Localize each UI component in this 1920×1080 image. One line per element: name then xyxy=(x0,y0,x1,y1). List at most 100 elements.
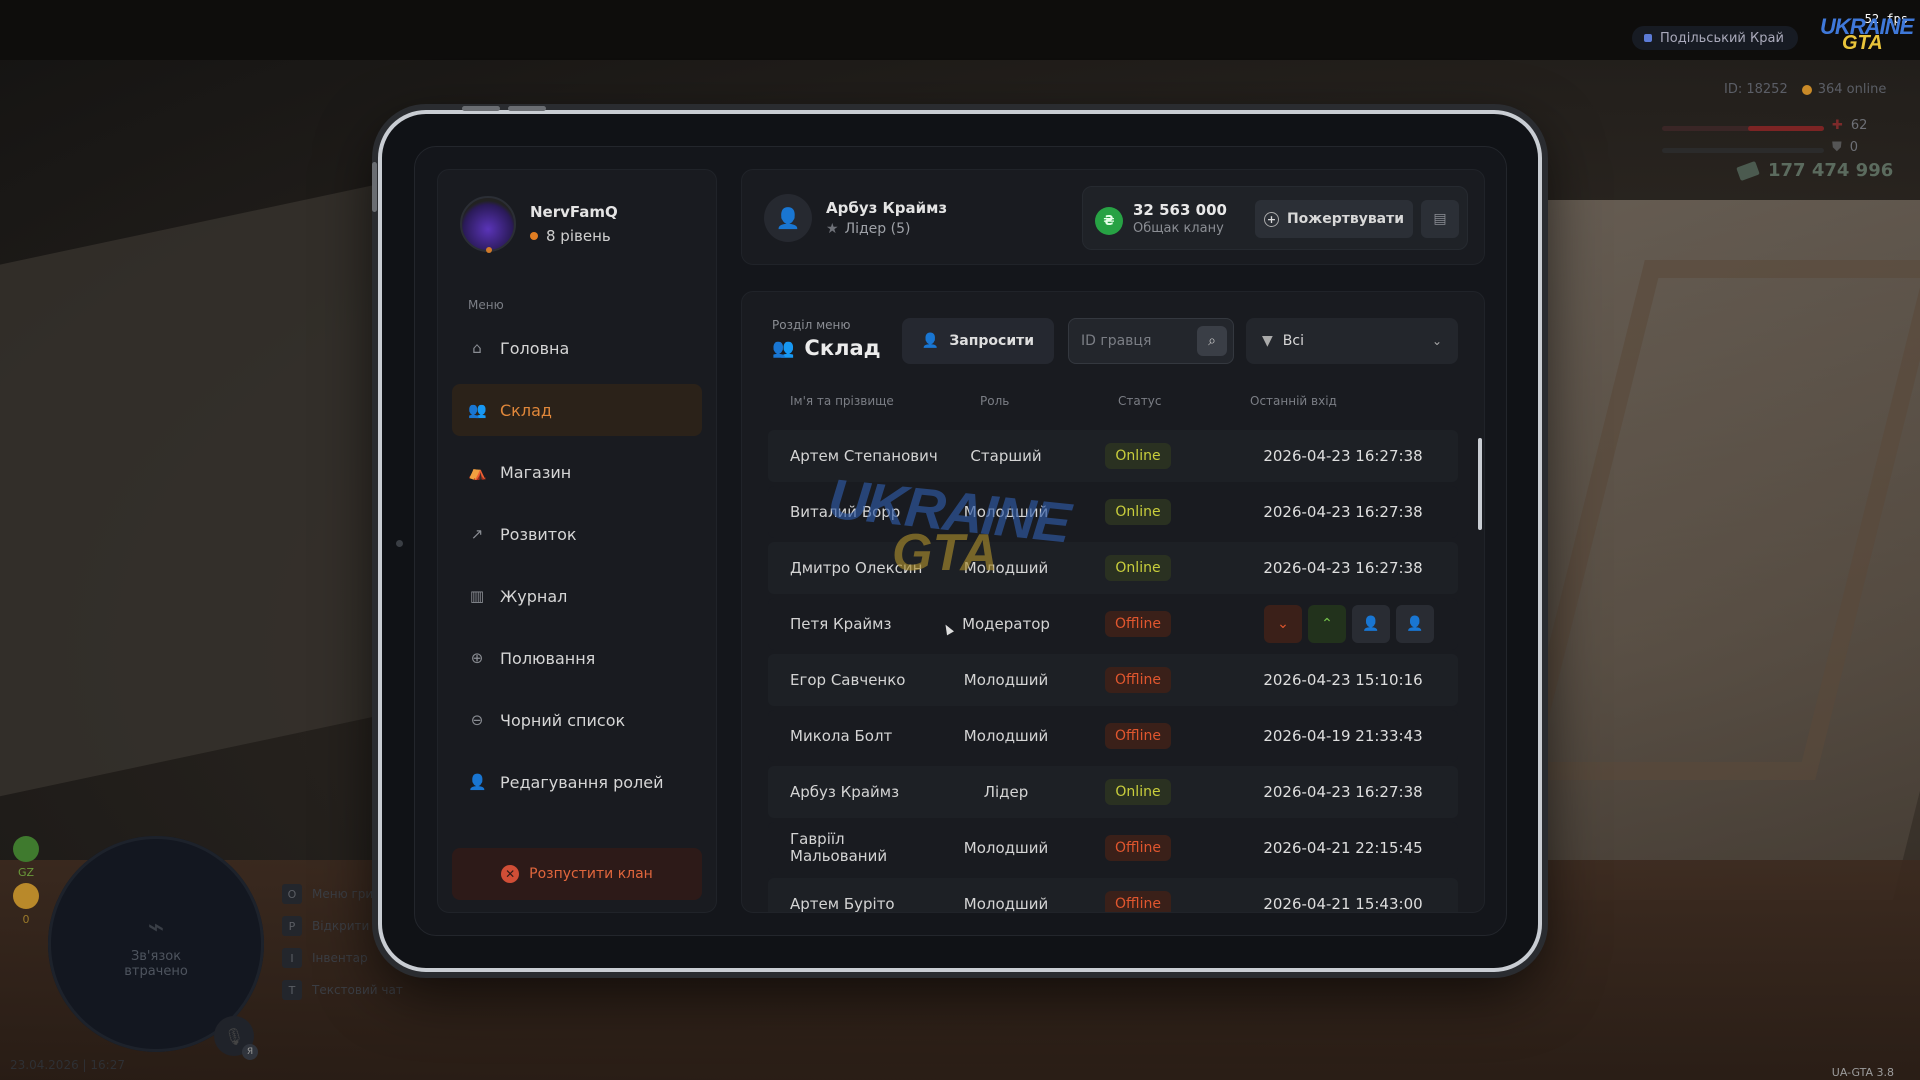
server-icon xyxy=(1644,34,1652,42)
table-row[interactable]: Гавріїл Мальований Молодший Offline 2026… xyxy=(768,822,1458,874)
member-name: Арбуз Краймз xyxy=(790,782,900,801)
table-row[interactable]: Дмитро Олексин Молодший Online 2026-04-2… xyxy=(768,542,1458,594)
sidebar-item-roles[interactable]: 👤 Редагування ролей xyxy=(452,756,702,808)
sidebar-item-journal[interactable]: ▥ Журнал xyxy=(452,570,702,622)
status-badge: Online xyxy=(1105,779,1171,805)
avatar xyxy=(460,196,516,253)
avatar-status-dot xyxy=(486,247,492,253)
demote-button[interactable]: ⌄ xyxy=(1264,605,1302,643)
table-row[interactable]: Виталий Ворр Молодший Online 2026-04-23 … xyxy=(768,486,1458,538)
table-row[interactable]: Микола Болт Молодший Offline 2026-04-19 … xyxy=(768,710,1458,762)
tablet-device: NervFamQ 8 рівень Меню ⌂ Головна 👥 Склад ⛺… xyxy=(372,106,1542,972)
table-row[interactable]: Артем Буріто Молодший Offline 2026-04-21… xyxy=(768,878,1458,913)
profile-level: 8 рівень xyxy=(530,227,618,245)
members-table: Артем Степанович Старший Online 2026-04-… xyxy=(768,430,1458,913)
sidebar-item-hunting[interactable]: ⊕ Полювання xyxy=(452,632,702,684)
treasury-label: Общак клану xyxy=(1133,221,1224,236)
invite-button[interactable]: 👤 Запросити xyxy=(902,318,1054,364)
sidebar-item-home[interactable]: ⌂ Головна xyxy=(452,322,702,374)
tablet-screen: NervFamQ 8 рівень Меню ⌂ Головна 👥 Склад ⛺… xyxy=(414,146,1507,936)
search-button[interactable]: ⌕ xyxy=(1197,326,1227,356)
chevron-up-icon: ⌃ xyxy=(1321,616,1333,632)
table-scrollbar[interactable] xyxy=(1478,438,1482,530)
table-row[interactable]: Егор Савченко Молодший Offline 2026-04-2… xyxy=(768,654,1458,706)
profile-card: NervFamQ 8 рівень xyxy=(460,196,618,253)
server-name: Подільський Край xyxy=(1660,30,1784,46)
page-title: 👥 Склад xyxy=(772,336,881,360)
member-role: Молодший xyxy=(963,839,1049,857)
sidebar-item-members[interactable]: 👥 Склад xyxy=(452,384,702,436)
treasury-amount: 32 563 000 xyxy=(1133,201,1227,219)
cash-icon xyxy=(1736,160,1760,181)
member-name: Микола Болт xyxy=(790,726,893,745)
health-bar-fill xyxy=(1748,126,1824,131)
tablet-camera xyxy=(396,540,403,547)
player-search: ⌕ xyxy=(1068,318,1234,364)
treasury-history-button[interactable]: ▤ xyxy=(1421,200,1459,238)
member-role: Лідер xyxy=(983,783,1029,801)
online-count: 364 online xyxy=(1817,82,1887,97)
member-last-login: 2026-04-21 22:15:45 xyxy=(1263,839,1423,857)
member-role: Молодший xyxy=(963,727,1049,745)
people-icon: 👥 xyxy=(772,337,795,359)
money-display: 177 474 996 xyxy=(1736,160,1893,181)
add-user-icon: 👤 xyxy=(921,333,940,349)
donate-button[interactable]: + Пожертвувати xyxy=(1255,200,1413,238)
clan-header: 👤 Арбуз Краймз ★ Лідер (5) ₴ 32 563 000 … xyxy=(741,169,1485,265)
member-role: Модератор xyxy=(962,615,1050,633)
table-row-hovered[interactable]: Петя Краймз Модератор Offline ⌄ ⌃ 👤 👤 xyxy=(768,598,1458,650)
members-panel: Розділ меню 👥 Склад 👤 Запросити ⌕ ▼ Всі … xyxy=(741,291,1485,913)
transfer-leader-button[interactable]: 👤 xyxy=(1396,605,1434,643)
sidebar-item-shop[interactable]: ⛺ Магазин xyxy=(452,446,702,498)
status-badge: Offline xyxy=(1105,723,1171,749)
sidebar-item-development[interactable]: ↗ Розвиток xyxy=(452,508,702,560)
keyboard-lang: Я xyxy=(242,1044,258,1060)
leader-avatar-icon: 👤 xyxy=(764,194,812,242)
health-value: ✚ 62 xyxy=(1832,118,1868,133)
search-input[interactable] xyxy=(1081,319,1191,363)
home-icon: ⌂ xyxy=(472,339,482,357)
microphone-icon: 🎙 xyxy=(223,1026,245,1046)
server-badge: Подільський Край xyxy=(1632,26,1798,50)
chevron-down-icon: ⌄ xyxy=(1431,334,1442,348)
member-last-login: 2026-04-23 16:27:38 xyxy=(1263,503,1423,521)
close-circle-icon: ✕ xyxy=(501,865,520,883)
leader-name: Арбуз Краймз xyxy=(826,199,948,217)
game-version: UA-GTA 3.8 xyxy=(1831,1066,1894,1079)
player-id-online: ID: 18252 364 online xyxy=(1724,82,1886,97)
book-icon: ▥ xyxy=(469,587,485,605)
sidebar-item-blacklist[interactable]: ⊖ Чорний список xyxy=(452,694,702,746)
tablet-button-top xyxy=(462,106,500,111)
gz-gold-icon xyxy=(13,883,39,909)
keybind-hint: I Інвентар xyxy=(282,948,403,968)
promote-button[interactable]: ⌃ xyxy=(1308,605,1346,643)
status-badge: Offline xyxy=(1105,667,1171,693)
member-role: Молодший xyxy=(963,503,1049,521)
kick-member-button[interactable]: 👤 xyxy=(1352,605,1390,643)
status-filter-select[interactable]: ▼ Всі ⌄ xyxy=(1246,318,1458,364)
disband-clan-button[interactable]: ✕ Розпустити клан xyxy=(452,848,702,900)
user-star-icon: 👤 xyxy=(1406,616,1424,632)
hryvnia-icon: ₴ xyxy=(1095,207,1123,235)
bg-ceiling xyxy=(0,0,1920,60)
table-row[interactable]: Арбуз Краймз Лідер Online 2026-04-23 16:… xyxy=(768,766,1458,818)
gz-green-icon xyxy=(13,836,39,862)
member-name: Петя Краймз xyxy=(790,614,892,633)
status-badge: Offline xyxy=(1105,891,1171,912)
member-last-login: 2026-04-23 16:27:38 xyxy=(1263,559,1423,577)
table-row[interactable]: Артем Степанович Старший Online 2026-04-… xyxy=(768,430,1458,482)
member-name: Гавріїл Мальований xyxy=(790,830,888,865)
member-last-login: 2026-04-23 16:27:38 xyxy=(1263,447,1423,465)
member-role: Молодший xyxy=(963,895,1049,913)
member-role: Старший xyxy=(970,447,1042,465)
plus-circle-icon: + xyxy=(1263,211,1279,227)
star-icon: ★ xyxy=(826,221,839,237)
status-badge: Offline xyxy=(1105,835,1171,861)
member-name: Дмитро Олексин xyxy=(790,558,923,577)
gz-indicator: GZ 0 xyxy=(12,836,40,926)
armor-value: ⛊ 0 xyxy=(1832,140,1859,155)
crosshair-icon: ⊕ xyxy=(470,649,484,667)
column-role: Роль xyxy=(980,394,1010,408)
status-badge: Online xyxy=(1105,443,1171,469)
column-name: Ім'я та прізвище xyxy=(790,394,894,408)
